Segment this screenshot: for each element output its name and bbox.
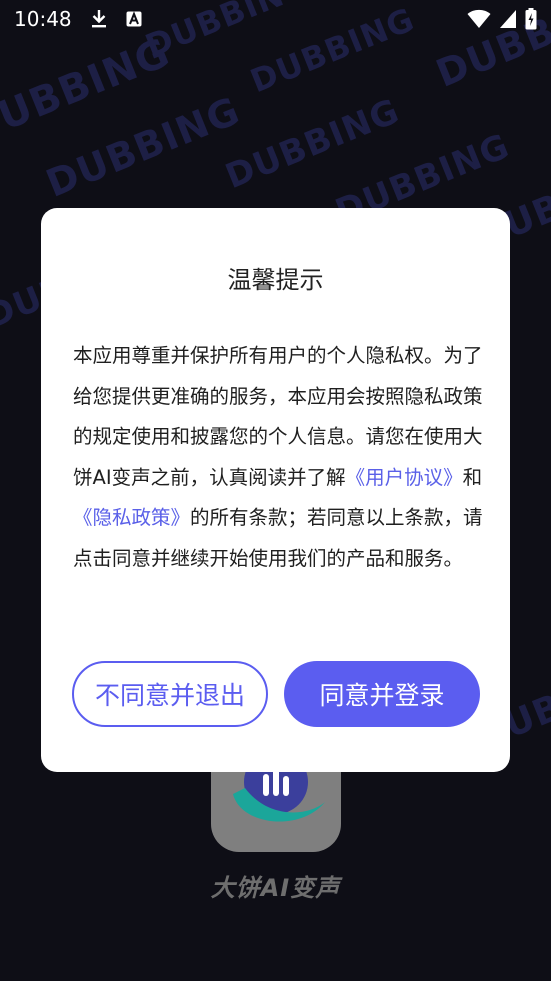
privacy-dialog: 温馨提示 本应用尊重并保护所有用户的个人隐私权。为了给您提供更准确的服务，本应用… (41, 208, 510, 772)
dialog-actions: 不同意并退出 同意并登录 (72, 661, 480, 727)
font-a-icon (126, 11, 142, 27)
accept-login-button[interactable]: 同意并登录 (284, 661, 480, 727)
dialog-title: 温馨提示 (227, 266, 324, 294)
signal-icon (499, 9, 517, 29)
privacy-policy-link[interactable]: 《隐私政策》 (73, 506, 190, 529)
user-agreement-link[interactable]: 《用户协议》 (346, 466, 463, 489)
app-name: 大饼AI变声 (210, 874, 341, 902)
screen: DUBBING DUBBING DUBBING DUBBING DUBBING … (0, 0, 551, 981)
wifi-icon (467, 9, 491, 29)
dialog-body-conjunction: 和 (462, 465, 483, 489)
dialog-body: 本应用尊重并保护所有用户的个人隐私权。为了给您提供更准确的服务，本应用会按照隐私… (73, 336, 483, 579)
decline-exit-button[interactable]: 不同意并退出 (72, 661, 268, 727)
status-bar: 10:48 (0, 0, 551, 38)
status-time: 10:48 (14, 7, 72, 31)
download-icon (90, 9, 108, 29)
battery-charging-icon (525, 8, 537, 30)
